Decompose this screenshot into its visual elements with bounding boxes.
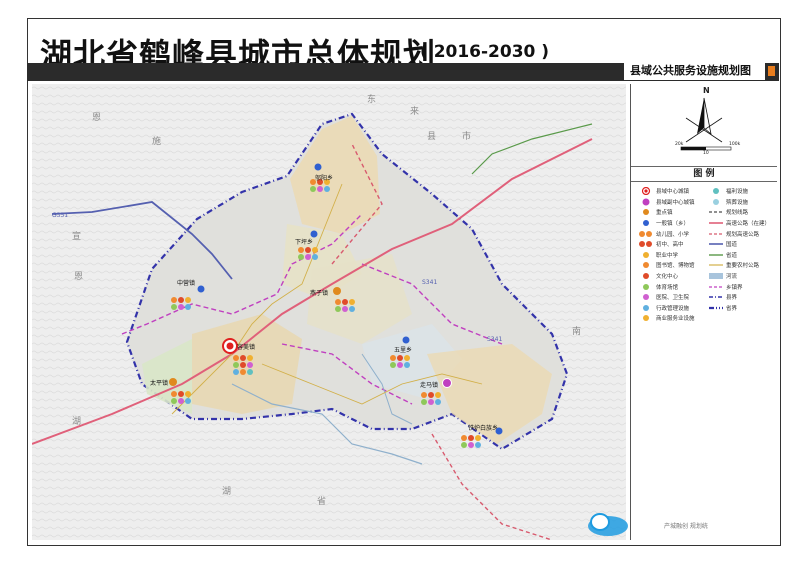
legend-left-column: 县域中心城镇 县域副中心城镇 重点镇 一般镇（乡） 幼儿园、小学 初中、高中 职… xyxy=(639,186,709,324)
vocational-school-icon xyxy=(639,251,653,259)
legend-item: 县界 xyxy=(709,292,779,303)
legend-item: 规划高速公路 xyxy=(709,228,779,239)
legend-panel: N 20k 10 100k 图 例 县域中心城镇 县域副中心城镇 重点镇 一般镇… xyxy=(630,84,777,540)
road-label-s341-a: S341 xyxy=(422,279,438,286)
map-subtitle: 县域公共服务设施规划图 xyxy=(624,62,765,80)
river-icon xyxy=(709,272,723,280)
road-label-s341-b: S341 xyxy=(487,336,503,343)
north-arrow: N 20k 10 100k xyxy=(631,84,777,162)
funeral-icon xyxy=(709,198,723,206)
legend-item: 重要农村公路 xyxy=(709,260,779,271)
welfare-icon xyxy=(709,187,723,195)
rural-road-icon xyxy=(709,261,723,269)
legend-item: 乡镇界 xyxy=(709,281,779,292)
legend-item: 国道 xyxy=(709,239,779,250)
town-label-taiping: 太平镇 xyxy=(150,380,169,387)
legend-item: 县域中心城镇 xyxy=(639,186,709,197)
planned-line-icon xyxy=(709,208,723,216)
general-town-icon xyxy=(639,219,653,227)
town-label-yanzi: 燕子镇 xyxy=(310,290,329,297)
town-label-xiaping: 下坪乡 xyxy=(295,239,314,246)
scale-right: 100k xyxy=(729,142,741,147)
province-boundary-icon xyxy=(709,304,723,312)
center-town-icon xyxy=(639,187,653,196)
legend-item: 省道 xyxy=(709,250,779,261)
legend-item: 文化中心 xyxy=(639,271,709,282)
legend-item: 商业服务业设施 xyxy=(639,313,709,324)
legend-item: 一般镇（乡） xyxy=(639,218,709,229)
watermark-text: 产城融创 规划统 xyxy=(664,523,708,530)
legend-item: 河流 xyxy=(709,271,779,282)
legend-item: 医院、卫生院 xyxy=(639,292,709,303)
key-town-icon xyxy=(639,208,653,216)
town-label-rongmei: 容美镇 xyxy=(237,344,256,351)
town-marker-zouma xyxy=(442,378,452,388)
place-label-9: 省 xyxy=(317,497,327,507)
commerce-icon xyxy=(639,314,653,322)
place-label-3: 施 xyxy=(152,137,162,147)
planned-highway-icon xyxy=(709,230,723,238)
town-marker-yanzi xyxy=(333,287,341,295)
place-label-1: 东 xyxy=(367,95,377,105)
town-boundary-icon xyxy=(709,283,723,291)
town-marker-wuli xyxy=(402,336,410,344)
town-label-wuli: 五里乡 xyxy=(394,347,413,354)
legend-item: 省界 xyxy=(709,303,779,314)
place-label-2: 恩 xyxy=(92,113,102,123)
place-label-12: 湖 xyxy=(72,417,82,427)
county-boundary-icon xyxy=(709,293,723,301)
town-marker-zhongying xyxy=(197,285,205,293)
highway-icon xyxy=(709,219,723,227)
scale-mid: 10 xyxy=(703,151,709,156)
legend-item: 职业中学 xyxy=(639,250,709,261)
north-label: N xyxy=(703,86,710,95)
culture-center-icon xyxy=(639,272,653,280)
legend-item: 行政管理设施 xyxy=(639,303,709,314)
legend-item: 县域副中心城镇 xyxy=(639,197,709,208)
primary-school-icon xyxy=(639,230,653,238)
place-label-10: 宣 xyxy=(72,232,82,242)
map-area[interactable]: 容美镇 走马镇 燕子镇 太平镇 中营镇 五里乡 下坪乡 邬阳乡 铁炉白族乡 东 … xyxy=(32,84,626,540)
town-marker-taiping xyxy=(169,378,177,386)
place-label-11: 恩 xyxy=(74,272,84,282)
legend-item: 规划线路 xyxy=(709,207,779,218)
town-label-zhongying: 中营镇 xyxy=(177,280,196,287)
place-label-7: 南 xyxy=(572,327,582,337)
town-marker-wuyang xyxy=(314,163,322,171)
legend-item: 重点镇 xyxy=(639,207,709,218)
scale-left: 20k xyxy=(675,142,684,147)
town-label-tielu: 铁炉白族乡 xyxy=(468,425,499,432)
plan-period: ( 2016-2030 ) xyxy=(420,42,550,62)
national-road-icon xyxy=(709,240,723,248)
legend-item: 高速公路（在建） xyxy=(709,218,779,229)
road-label-g351: G351 xyxy=(52,212,69,219)
legend-item: 殡葬设施 xyxy=(709,197,779,208)
hospital-icon xyxy=(639,293,653,301)
middle-school-icon xyxy=(639,240,653,248)
town-label-zouma: 走马镇 xyxy=(420,382,439,389)
library-icon xyxy=(639,261,653,269)
town-label-wuyang: 邬阳乡 xyxy=(315,175,334,182)
legend-item: 初中、高中 xyxy=(639,239,709,250)
provincial-road-icon xyxy=(709,251,723,259)
town-marker-rongmei xyxy=(222,338,238,354)
place-label-8: 湖 xyxy=(222,487,232,497)
admin-icon xyxy=(639,304,653,312)
sub-center-town-icon xyxy=(639,198,653,206)
map-canvas xyxy=(32,84,626,540)
legend-item: 图书馆、博物馆 xyxy=(639,260,709,271)
legend-item: 体育场馆 xyxy=(639,281,709,292)
legend-header: 图 例 xyxy=(631,166,777,182)
sports-icon xyxy=(639,283,653,291)
legend-right-column: 福利设施 殡葬设施 规划线路 高速公路（在建） 规划高速公路 国道 省道 重要农… xyxy=(709,186,779,313)
place-label-4: 市 xyxy=(462,132,472,142)
place-label-6: 县 xyxy=(427,132,437,142)
legend-item: 幼儿园、小学 xyxy=(639,228,709,239)
accent-marker xyxy=(768,66,775,76)
legend-item: 福利设施 xyxy=(709,186,779,197)
place-label-5: 来 xyxy=(410,107,420,117)
